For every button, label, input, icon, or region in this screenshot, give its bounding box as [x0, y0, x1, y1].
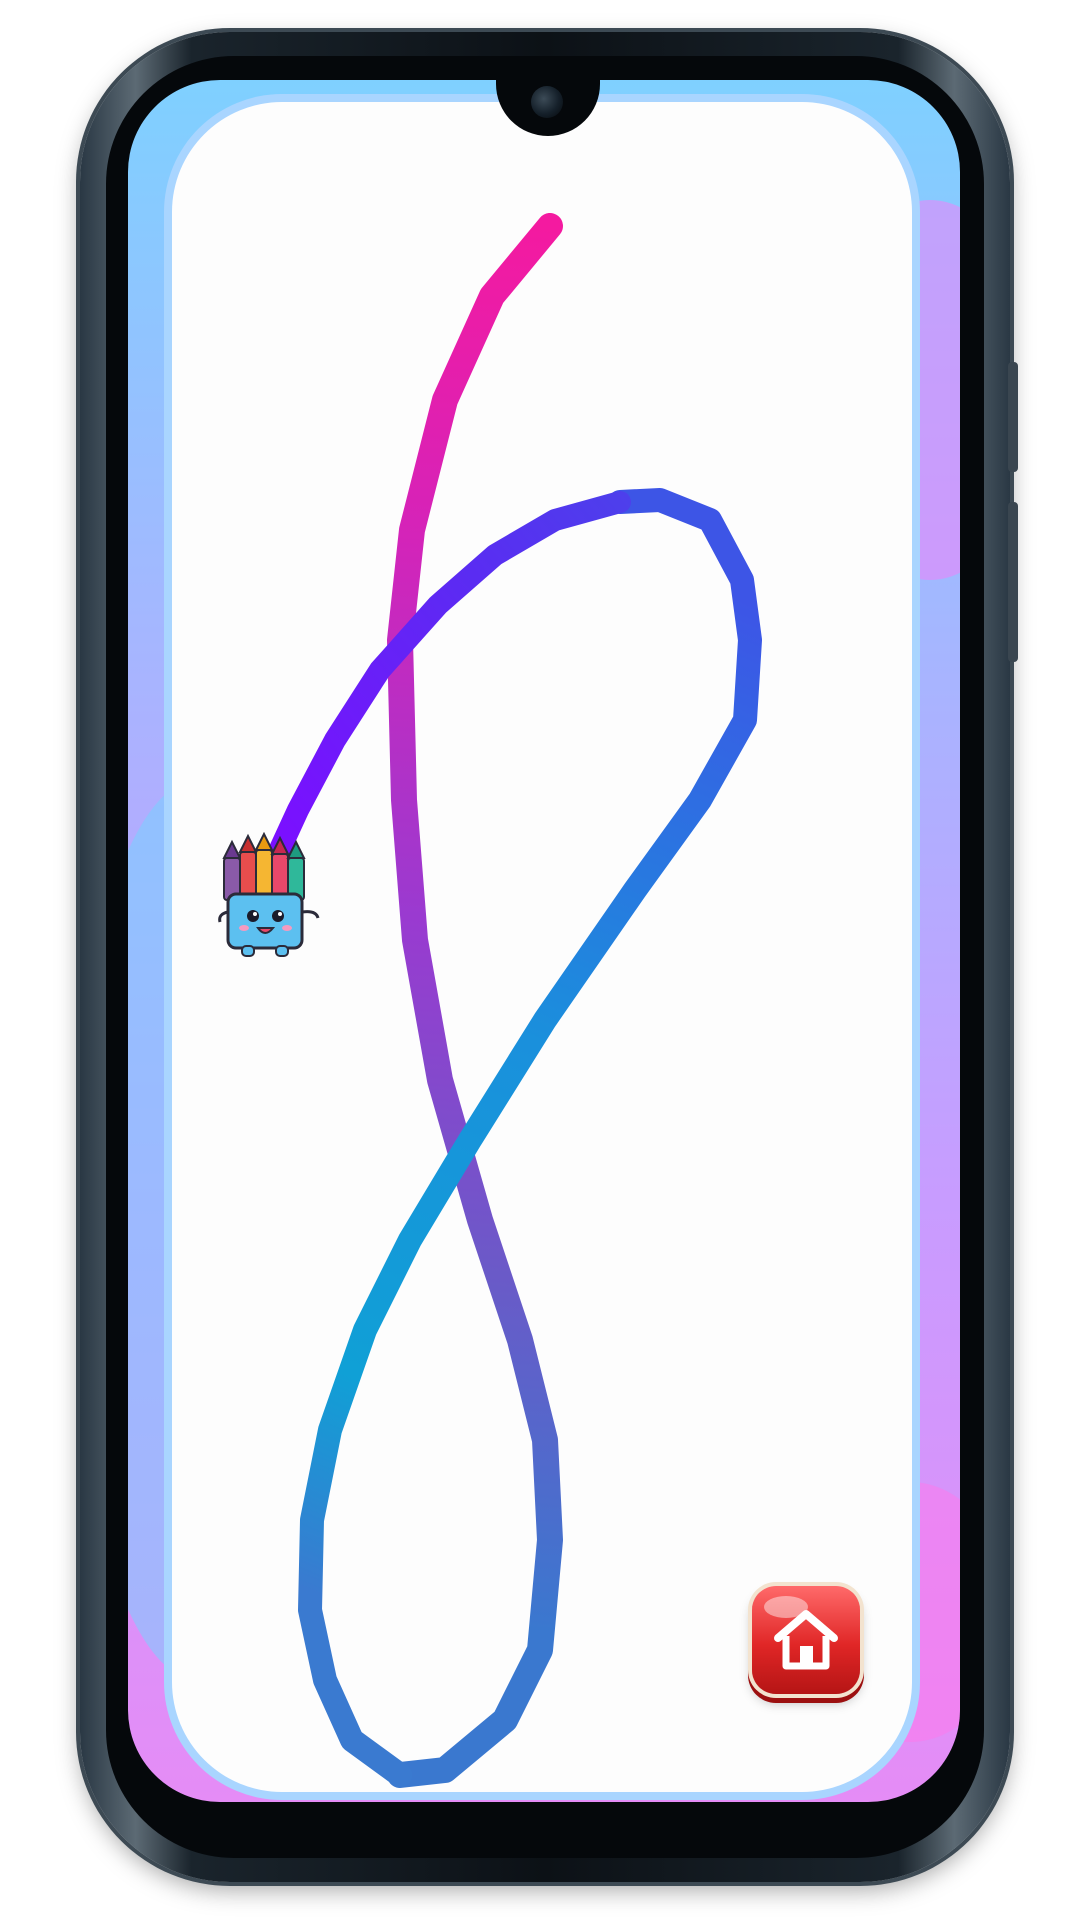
app-stage — [0, 0, 1080, 1920]
front-camera-icon — [531, 86, 563, 118]
crayon-icon — [254, 832, 274, 899]
crayon-icon — [238, 833, 258, 899]
crayon-icon — [270, 835, 290, 899]
drawing-layer[interactable] — [0, 0, 1080, 1920]
drawn-stroke — [264, 491, 631, 871]
home-button[interactable] — [752, 1586, 860, 1694]
crayon-box-mascot-icon[interactable] — [218, 832, 328, 962]
crayon-icon — [222, 839, 242, 901]
drawn-stroke — [387, 213, 563, 1788]
crayon-icon — [286, 839, 306, 901]
home-icon — [774, 1610, 838, 1670]
